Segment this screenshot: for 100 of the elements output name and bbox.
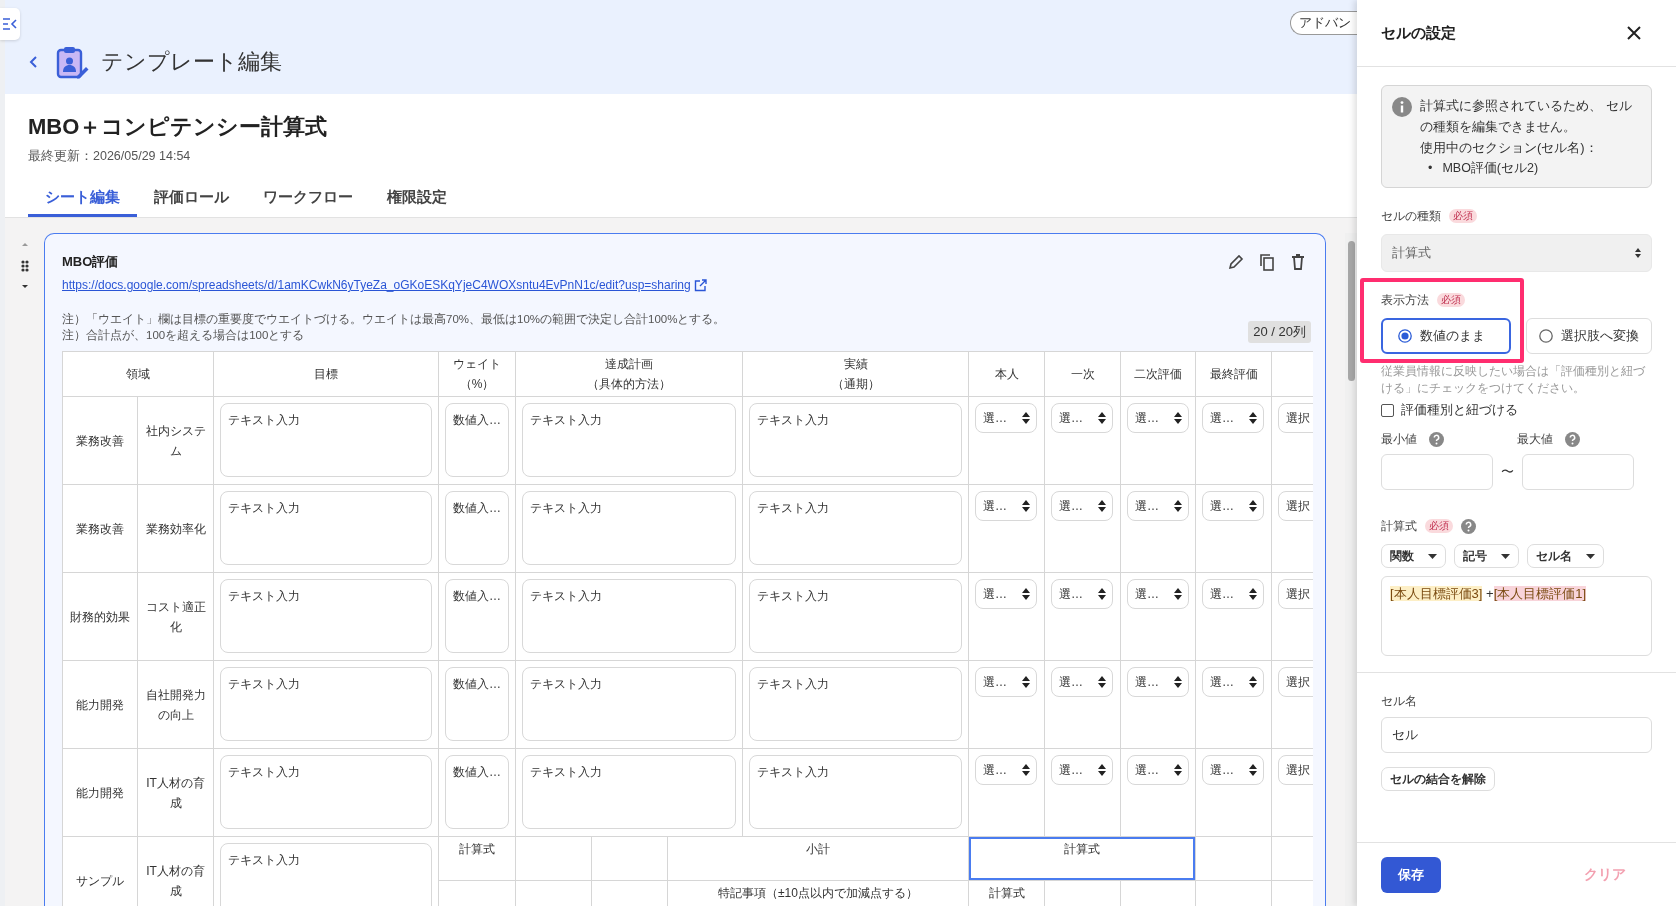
select-dropdown[interactable]: 選… <box>1127 403 1189 433</box>
text-field[interactable]: テキスト入力 <box>220 579 432 653</box>
text-field[interactable]: テキスト入力 <box>749 755 962 829</box>
select-dropdown[interactable]: 選… <box>1051 755 1113 785</box>
select-dropdown[interactable]: 選… <box>975 403 1037 433</box>
copy-icon[interactable] <box>1258 253 1276 271</box>
usage-item: MBO評価(セル2) <box>1442 161 1539 175</box>
select-dropdown[interactable]: 選… <box>1202 403 1264 433</box>
text-field[interactable]: テキスト入力 <box>749 491 962 565</box>
advanced-button[interactable]: アドバン <box>1290 11 1357 35</box>
select-dropdown[interactable]: 選択 <box>1278 403 1313 433</box>
text-field[interactable]: テキスト入力 <box>522 403 736 477</box>
text-field[interactable]: テキスト入力 <box>522 491 736 565</box>
info-icon <box>1392 97 1412 117</box>
radio-option[interactable]: 選択肢へ変換 <box>1526 318 1652 354</box>
select-dropdown[interactable]: 選… <box>975 755 1037 785</box>
select-dropdown[interactable]: 選… <box>1127 667 1189 697</box>
save-button[interactable]: 保存 <box>1381 856 1441 893</box>
insert-menu-button[interactable]: 関数 <box>1381 544 1446 568</box>
select-dropdown[interactable]: 選… <box>1202 579 1264 609</box>
table-cell[interactable] <box>1196 837 1271 880</box>
sort-arrows-icon <box>1635 248 1641 258</box>
select-dropdown[interactable]: 選… <box>1127 579 1189 609</box>
select-dropdown[interactable]: 選… <box>1051 579 1113 609</box>
external-link-icon[interactable] <box>693 278 707 292</box>
help-icon[interactable] <box>1461 518 1476 534</box>
select-dropdown[interactable]: 選… <box>975 667 1037 697</box>
insert-menu-button[interactable]: 記号 <box>1454 544 1519 568</box>
cell-name-field[interactable]: セル <box>1381 717 1652 753</box>
text-field[interactable]: テキスト入力 <box>220 755 432 829</box>
back-chevron-icon[interactable] <box>29 55 39 69</box>
number-field[interactable]: 数値入… <box>445 491 509 565</box>
radio-option[interactable]: 数値のまま <box>1381 318 1511 354</box>
text-field[interactable]: テキスト入力 <box>220 843 432 906</box>
formula-field[interactable]: [本人目標評価3] +[本人目標評価1] <box>1381 576 1652 656</box>
tab[interactable]: 権限設定 <box>370 181 464 217</box>
sort-arrows-icon <box>1249 588 1257 600</box>
number-field[interactable]: 数値入… <box>445 579 509 653</box>
select-dropdown[interactable]: 選… <box>975 491 1037 521</box>
select-dropdown[interactable]: 選択 <box>1278 491 1313 521</box>
select-dropdown[interactable]: 選… <box>975 579 1037 609</box>
table-cell[interactable]: 特記事項（±10点以内で加減点する） <box>668 881 968 906</box>
insert-menu-button[interactable]: セル名 <box>1527 544 1604 568</box>
select-dropdown[interactable]: 選… <box>1127 491 1189 521</box>
select-dropdown[interactable]: 選択 <box>1278 755 1313 785</box>
trash-icon[interactable] <box>1289 253 1307 271</box>
unmerge-button[interactable]: セルの結合を解除 <box>1381 767 1495 791</box>
table-cell[interactable]: 計算式 <box>969 837 1195 880</box>
help-icon[interactable] <box>1564 432 1580 447</box>
tab[interactable]: ワークフロー <box>246 181 370 217</box>
select-dropdown[interactable]: 選択 <box>1278 579 1313 609</box>
select-dropdown[interactable]: 選… <box>1051 491 1113 521</box>
checkbox[interactable] <box>1381 403 1394 417</box>
table-cell[interactable] <box>592 837 667 880</box>
text-field[interactable]: テキスト入力 <box>220 667 432 741</box>
text-field[interactable]: テキスト入力 <box>220 403 432 477</box>
close-icon[interactable] <box>1626 25 1642 41</box>
required-tag: 必須 <box>1425 519 1453 533</box>
max-value-field[interactable] <box>1522 454 1634 490</box>
text-field[interactable]: テキスト入力 <box>522 755 736 829</box>
select-dropdown[interactable]: 選… <box>1202 491 1264 521</box>
select-dropdown[interactable]: 選択 <box>1278 667 1313 697</box>
table-cell[interactable]: 小計 <box>668 837 968 880</box>
field-label: 計算式 <box>1381 517 1417 535</box>
table-cell[interactable] <box>516 837 591 880</box>
min-value-field[interactable] <box>1381 454 1493 490</box>
select-dropdown[interactable]: 選… <box>1051 667 1113 697</box>
tab[interactable]: 評価ロール <box>137 181 246 217</box>
text-field[interactable]: テキスト入力 <box>522 579 736 653</box>
header-text: 達成計画 <box>605 356 653 373</box>
text-field[interactable]: テキスト入力 <box>749 579 962 653</box>
clipboard-person-icon <box>55 45 89 79</box>
text-field[interactable]: テキスト入力 <box>749 403 962 477</box>
spreadsheet-link[interactable]: https://docs.google.com/spreadsheets/d/1amKCwkN6yTyeZa_oGKoESKqYjeC4WOXsntu4EvPnN1c/edit?usp=sharing <box>62 278 691 292</box>
range-separator: 〜 <box>1501 463 1514 481</box>
number-field[interactable]: 数値入… <box>445 403 509 477</box>
text-field[interactable]: テキスト入力 <box>749 667 962 741</box>
header-text: ウェイト <box>453 356 501 373</box>
help-icon[interactable] <box>1429 432 1444 447</box>
formula-token: [本人目標評価1] <box>1493 586 1587 601</box>
select-dropdown[interactable]: 選… <box>1127 755 1189 785</box>
scrollbar[interactable] <box>1345 233 1357 906</box>
select-dropdown[interactable]: 選… <box>1202 667 1264 697</box>
hint-text: 従業員情報に反映したい場合は「評価種別と紐づける」にチェックをつけてください。 <box>1381 364 1646 396</box>
table-cell[interactable]: 計算式 <box>969 881 1044 906</box>
text-field[interactable]: テキスト入力 <box>522 667 736 741</box>
sidebar-toggle-button[interactable] <box>0 8 20 40</box>
number-field[interactable]: 数値入… <box>445 667 509 741</box>
header-text: 最終評価 <box>1209 366 1258 383</box>
section-title: MBO評価 <box>62 253 119 271</box>
edit-icon[interactable] <box>1227 253 1245 271</box>
table-cell[interactable]: 計算式 <box>439 837 515 880</box>
select-dropdown[interactable]: 選… <box>1051 403 1113 433</box>
select-dropdown[interactable]: 選… <box>1202 755 1264 785</box>
sort-arrows-icon <box>1174 588 1182 600</box>
radio-icon <box>1398 329 1412 343</box>
text-field[interactable]: テキスト入力 <box>220 491 432 565</box>
number-field[interactable]: 数値入… <box>445 755 509 829</box>
sort-arrows-icon <box>1174 676 1182 688</box>
sort-arrows-icon <box>1022 676 1030 688</box>
